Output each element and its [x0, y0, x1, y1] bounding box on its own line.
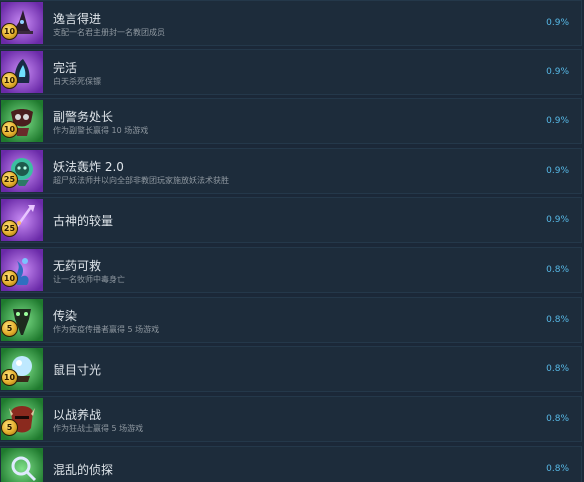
achievement-title: 古神的较量 — [53, 214, 114, 228]
unlock-percentage: 0.9% — [546, 215, 569, 225]
unlock-percentage: 0.8% — [546, 265, 569, 275]
achievement-row[interactable]: 25 妖法轰炸 2.0 超尸妖法师并以向全部非教团玩家施放妖法术获胜 0.9% — [0, 148, 582, 194]
achievement-title: 无药可救 — [53, 259, 102, 273]
achievement-description: 白天杀死保镖 — [53, 77, 101, 86]
achievement-description: 作为副警长赢得 10 场游戏 — [53, 126, 149, 135]
achievement-description: 作为疾疫传播者赢得 5 场游戏 — [53, 325, 160, 334]
unlock-percentage: 0.9% — [546, 166, 569, 176]
achievement-title: 以战养战 — [53, 408, 102, 422]
unlock-percentage: 0.8% — [546, 464, 569, 474]
achievement-row[interactable]: 混乱的侦探 0.8% — [0, 446, 582, 482]
achievement-row[interactable]: 10 鼠目寸光 0.8% — [0, 346, 582, 392]
achievement-row[interactable]: 10 无药可救 让一名牧师中毒身亡 0.8% — [0, 247, 582, 293]
point-badge: 10 — [1, 72, 18, 89]
unlock-percentage: 0.9% — [546, 67, 569, 77]
achievement-title: 传染 — [53, 309, 78, 323]
achievement-description: 让一名牧师中毒身亡 — [53, 275, 125, 284]
point-badge: 5 — [1, 419, 18, 436]
achievement-row[interactable]: 5 传染 作为疾疫传播者赢得 5 场游戏 0.8% — [0, 297, 582, 343]
unlock-percentage: 0.9% — [546, 116, 569, 126]
achievement-title: 混乱的侦探 — [53, 463, 114, 477]
achievement-row[interactable]: 5 以战养战 作为狂战士赢得 5 场游戏 0.8% — [0, 396, 582, 442]
achievement-title: 逸言得进 — [53, 12, 102, 26]
achievement-title: 完活 — [53, 61, 78, 75]
achievement-row[interactable]: 25 古神的较量 0.9% — [0, 197, 582, 243]
achievement-row[interactable]: 10 完活 白天杀死保镖 0.9% — [0, 49, 582, 95]
achievement-list: 10 逸言得进 支配一名君主册封一名教团成员 0.9% 10 完活 白天杀死保镖… — [0, 0, 584, 482]
achievement-title: 妖法轰炸 2.0 — [53, 160, 124, 174]
point-badge: 10 — [1, 270, 18, 287]
point-badge: 25 — [1, 171, 18, 188]
achievement-row[interactable]: 10 逸言得进 支配一名君主册封一名教团成员 0.9% — [0, 0, 582, 46]
achievement-title: 鼠目寸光 — [53, 363, 102, 377]
point-badge: 25 — [1, 220, 18, 237]
point-badge: 10 — [1, 369, 18, 386]
point-badge: 10 — [1, 23, 18, 40]
achievement-description: 支配一名君主册封一名教团成员 — [53, 28, 165, 37]
point-badge: 5 — [1, 320, 18, 337]
point-badge: 10 — [1, 121, 18, 138]
unlock-percentage: 0.8% — [546, 315, 569, 325]
unlock-percentage: 0.9% — [546, 18, 569, 28]
unlock-percentage: 0.8% — [546, 414, 569, 424]
achievement-row[interactable]: 10 副警务处长 作为副警长赢得 10 场游戏 0.9% — [0, 98, 582, 144]
achievement-description: 超尸妖法师并以向全部非教团玩家施放妖法术获胜 — [53, 176, 229, 185]
magnifier-potion-icon — [1, 448, 43, 482]
achievement-title: 副警务处长 — [53, 110, 114, 124]
achievement-description: 作为狂战士赢得 5 场游戏 — [53, 424, 144, 433]
unlock-percentage: 0.8% — [546, 364, 569, 374]
